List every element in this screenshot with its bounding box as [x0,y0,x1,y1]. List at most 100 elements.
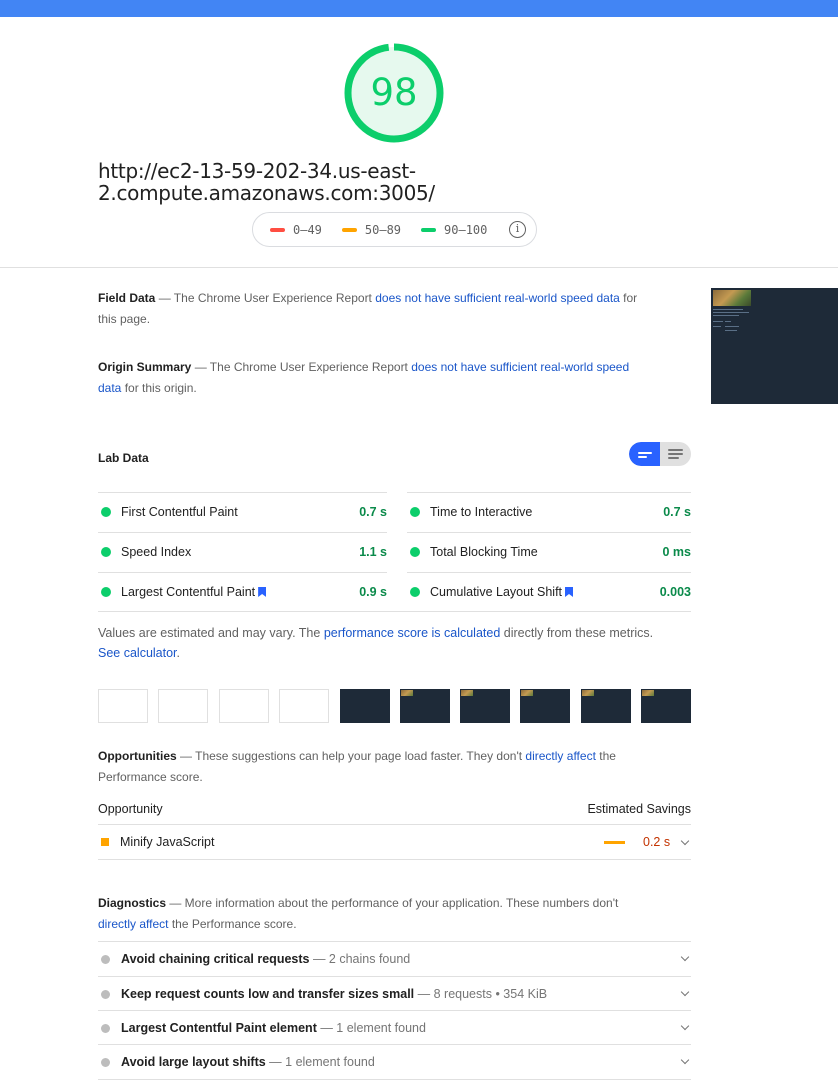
filmstrip-frame [460,689,510,723]
average-square-icon [101,838,109,846]
bookmark-icon [258,587,267,597]
pass-dot-icon [410,587,420,597]
directly-affect-link[interactable]: directly affect [98,917,168,931]
field-data-link[interactable]: does not have sufficient real-world spee… [375,291,620,305]
legend-item-average: 50–89 [341,222,402,237]
origin-summary-suffix: for this origin. [121,381,197,395]
diagnostic-name: Keep request counts low and transfer siz… [121,987,415,1001]
metric-value: 0.7 s [663,505,691,519]
divider [98,859,691,860]
filmstrip-frame [641,689,691,723]
pass-dot-icon [101,507,111,517]
metric-name: Speed Index [121,545,192,559]
opportunity-column-header: Opportunity [98,802,163,816]
legend-item-fail: 0–49 [270,223,322,237]
diagnostics-desc: — More information about the performance… [166,896,619,910]
note-text: directly from these metrics. [500,626,654,640]
metric-name: Time to Interactive [430,505,533,519]
performance-score-value: 98 [370,71,418,114]
filmstrip-frame [340,689,390,723]
diagnostic-detail: — 1 element found [265,1055,375,1069]
savings-bar [604,841,625,844]
metric-value: 0.9 s [359,585,387,599]
diagnostics-section: Diagnostics — More information about the… [98,893,638,935]
metrics-view-toggle[interactable] [629,442,691,466]
informative-dot-icon [101,1024,110,1033]
metric-name: Cumulative Layout Shift [430,585,563,599]
metrics-note: Values are estimated and may vary. The p… [98,623,658,663]
opportunity-savings: 0.2 s [643,835,671,849]
divider [0,267,838,268]
compact-view-button[interactable] [629,442,660,466]
metric-value: 0 ms [662,545,692,559]
diagnostic-resource-summary[interactable]: Keep request counts low and transfer siz… [98,977,691,1011]
metric-value: 0.7 s [359,505,387,519]
score-legend: 0–49 50–89 90–100 i [252,212,537,247]
metric-value: 1.1 s [359,545,387,559]
info-icon[interactable]: i [509,221,526,238]
metric-total-blocking-time: Total Blocking Time 0 ms [407,532,691,572]
field-data-section: Field Data — The Chrome User Experience … [98,288,638,330]
diagnostic-layout-shift-elements[interactable]: Avoid large layout shifts — 1 element fo… [98,1045,691,1079]
final-screenshot-thumbnail[interactable] [711,288,838,404]
lab-data-title: Lab Data [98,451,149,465]
legend-label: 50–89 [364,222,402,237]
metric-name: Largest Contentful Paint [121,585,256,599]
informative-dot-icon [101,955,110,964]
origin-summary-title: Origin Summary [98,360,192,374]
diagnostic-lcp-element[interactable]: Largest Contentful Paint element — 1 ele… [98,1011,691,1045]
filmstrip-frame [158,689,208,723]
estimated-savings-column-header: Estimated Savings [587,802,691,816]
origin-summary-prefix: — The Chrome User Experience Report [191,360,412,374]
opportunities-section: Opportunities — These suggestions can he… [98,746,638,788]
note-text: . [176,646,181,660]
chevron-down-icon[interactable] [680,952,690,962]
performance-score-gauge: 98 [343,42,445,144]
divider [98,824,691,825]
legend-item-pass: 90–100 [421,223,487,237]
filmstrip-frame [279,689,329,723]
page-url: http://ec2-13-59-202-34.us-east-2.comput… [98,159,435,205]
pass-dot-icon [101,587,111,597]
metric-value: 0.003 [659,585,691,599]
top-bar [0,0,838,17]
field-data-title: Field Data [98,291,156,305]
pass-dot-icon [101,547,111,557]
filmstrip-frame [98,689,148,723]
informative-dot-icon [101,1058,110,1067]
pass-dot-icon [410,507,420,517]
filmstrip-frame [219,689,269,723]
metric-first-contentful-paint: First Contentful Paint 0.7 s [98,492,387,532]
chevron-down-icon[interactable] [680,1055,690,1065]
legend-label: 0–49 [293,222,322,237]
origin-summary-section: Origin Summary — The Chrome User Experie… [98,357,638,399]
filmstrip-frame [581,689,631,723]
chevron-down-icon[interactable] [680,987,690,997]
metric-name: Total Blocking Time [430,545,538,559]
chevron-down-icon[interactable] [680,1021,690,1031]
directly-affect-link[interactable]: directly affect [525,749,595,763]
field-data-prefix: — The Chrome User Experience Report [155,291,376,305]
opportunities-desc: — These suggestions can help your page l… [176,749,526,763]
metric-cumulative-layout-shift: Cumulative Layout Shift 0.003 [407,572,691,612]
chevron-down-icon[interactable] [680,836,690,846]
bookmark-icon [565,587,574,597]
divider [98,1079,691,1080]
pass-dot-icon [410,547,420,557]
diagnostic-critical-request-chains[interactable]: Avoid chaining critical requests — 2 cha… [98,942,691,976]
metric-time-to-interactive: Time to Interactive 0.7 s [407,492,691,532]
filmstrip-frame [400,689,450,723]
thumbnail-image [713,290,751,306]
diagnostic-name: Avoid chaining critical requests [121,952,310,966]
divider [98,611,691,612]
diagnostic-name: Avoid large layout shifts [121,1055,266,1069]
opportunities-title: Opportunities [98,749,177,763]
metric-largest-contentful-paint: Largest Contentful Paint 0.9 s [98,572,387,612]
filmstrip-frame [520,689,570,723]
informative-dot-icon [101,990,110,999]
score-calculated-link[interactable]: performance score is calculated [324,626,500,640]
diagnostic-detail: — 8 requests • 354 KiB [414,987,548,1001]
diagnostic-detail: — 2 chains found [309,952,411,966]
diagnostics-title: Diagnostics [98,896,167,910]
see-calculator-link[interactable]: See calculator [98,646,177,660]
